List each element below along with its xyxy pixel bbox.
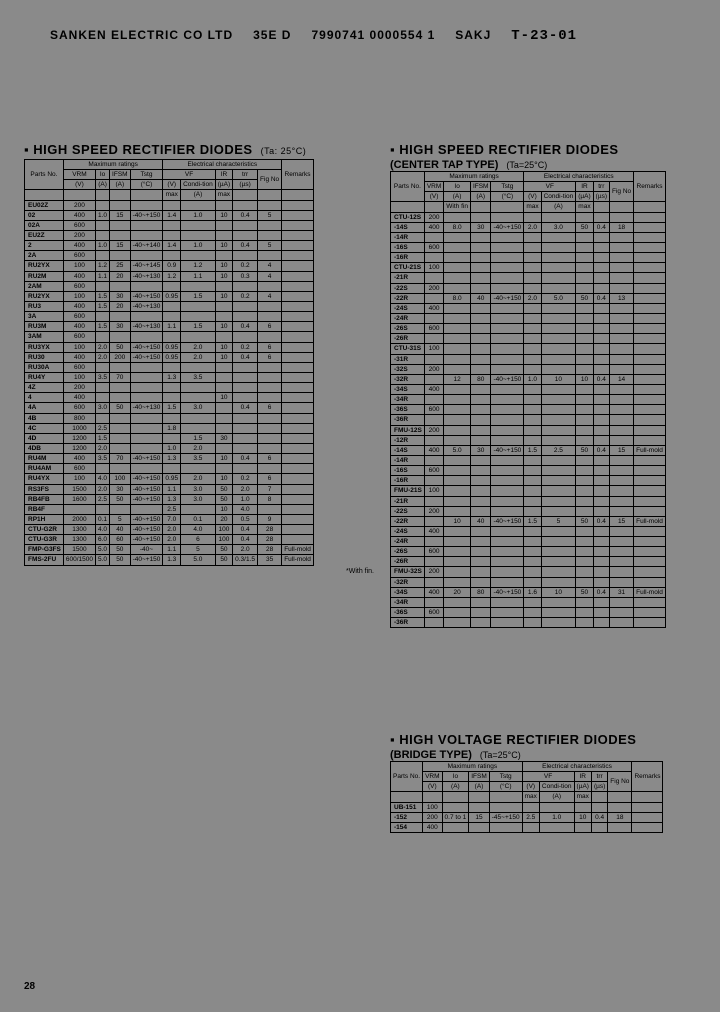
table-row: -32R bbox=[391, 577, 666, 587]
table-row: -36R bbox=[391, 618, 666, 628]
table-row: -22S200 bbox=[391, 283, 666, 293]
table-row: -1522000.7 to 115-45~+1502.51.0100.418 bbox=[391, 812, 663, 822]
table-row: -14R bbox=[391, 455, 666, 465]
table-row: 4D12001.51.530 bbox=[25, 433, 314, 443]
code1: 35E D bbox=[253, 28, 291, 44]
table-row: -16R bbox=[391, 476, 666, 486]
table-row: -24R bbox=[391, 537, 666, 547]
table-row: 2AM600 bbox=[25, 281, 314, 291]
table-row: RU304002.0200-40~+1500.952.0100.46 bbox=[25, 352, 314, 362]
table-row: -26R bbox=[391, 557, 666, 567]
table-row: -31R bbox=[391, 354, 666, 364]
table-row: -24S400 bbox=[391, 303, 666, 313]
table-row: 2A600 bbox=[25, 251, 314, 261]
table-row: RP1H20000.15-40~+1507.00.1200.59 bbox=[25, 514, 314, 524]
table-row: FMU-32S200 bbox=[391, 567, 666, 577]
table-row: RU4Y1003.5701.33.5 bbox=[25, 372, 314, 382]
table-row: -22R1040-40~+1501.55500.415Full-mold bbox=[391, 516, 666, 526]
table-row: RS3FS15002.030-40~+1501.13.0502.07 bbox=[25, 484, 314, 494]
table-row: -22R8.040-40~+1502.05.0500.413 bbox=[391, 293, 666, 303]
bottom-table: Parts No.Maximum ratingsElectrical chara… bbox=[390, 761, 663, 833]
table-row: -26S600 bbox=[391, 324, 666, 334]
table-row: -14R bbox=[391, 232, 666, 242]
table-row: EU2Z200 bbox=[25, 230, 314, 240]
left-table-block: ▪ HIGH SPEED RECTIFIER DIODES(Ta: 25°C) … bbox=[24, 140, 374, 575]
table-row: FMP-G3FS15005.050-40~1.15502.028Full-mol… bbox=[25, 545, 314, 555]
table-row: EU02Z200 bbox=[25, 200, 314, 210]
table-row: -24R bbox=[391, 313, 666, 323]
bottom-subtitle: (BRIDGE TYPE)(Ta=25°C) bbox=[390, 749, 700, 761]
bottom-table-block: ▪ HIGH VOLTAGE RECTIFIER DIODES (BRIDGE … bbox=[390, 730, 700, 833]
table-row: -32S200 bbox=[391, 364, 666, 374]
table-row: -36R bbox=[391, 415, 666, 425]
table-row: -26S600 bbox=[391, 547, 666, 557]
table-row: -24S400 bbox=[391, 526, 666, 536]
table-row: -16S600 bbox=[391, 466, 666, 476]
right-title: ▪ HIGH SPEED RECTIFIER DIODES bbox=[390, 142, 700, 157]
table-row: 24001.015-40~+1401.41.0100.45 bbox=[25, 241, 314, 251]
table-row: RU3M4001.530-40~+1301.11.5100.46 bbox=[25, 322, 314, 332]
table-row: -14S4005.030-40~+1501.52.5500.415Full-mo… bbox=[391, 445, 666, 455]
table-row: -32R1280-40~+1501.010100.414 bbox=[391, 374, 666, 384]
table-row: CTU-G3R13006.060-40~+1502.061000.428 bbox=[25, 535, 314, 545]
table-row: RU34001.520-40~+130 bbox=[25, 301, 314, 311]
table-row: -154400 bbox=[391, 822, 663, 832]
table-row: 3A600 bbox=[25, 312, 314, 322]
table-row: 02A600 bbox=[25, 220, 314, 230]
table-row: -36S600 bbox=[391, 608, 666, 618]
code2: 7990741 0000554 1 bbox=[311, 28, 435, 44]
table-row: 3AM600 bbox=[25, 332, 314, 342]
right-subtitle: (CENTER TAP TYPE)(Ta=25°C) bbox=[390, 159, 700, 171]
table-row: -16R bbox=[391, 253, 666, 263]
table-row: -36S600 bbox=[391, 405, 666, 415]
table-row: RU4AM600 bbox=[25, 464, 314, 474]
handwritten-code: T-23-01 bbox=[511, 28, 577, 44]
table-row: RB4F2.5104.0 bbox=[25, 504, 314, 514]
table-row: -34R bbox=[391, 395, 666, 405]
table-row: RU3YX1002.050-40~+1500.952.0100.26 bbox=[25, 342, 314, 352]
table-row: RU2YX1001.530-40~+1500.951.5100.24 bbox=[25, 291, 314, 301]
table-row: -34R bbox=[391, 597, 666, 607]
table-row: RU2YX1001.225-40~+1450.91.2100.24 bbox=[25, 261, 314, 271]
table-row: UB-151100 bbox=[391, 802, 663, 812]
code3: SAKJ bbox=[455, 28, 491, 44]
table-row: -34S400 bbox=[391, 384, 666, 394]
table-row: CTU-31S100 bbox=[391, 344, 666, 354]
table-row: RU4M4003.570-40~+1501.33.5100.46 bbox=[25, 454, 314, 464]
company: SANKEN ELECTRIC CO LTD bbox=[50, 28, 233, 44]
table-row: -26R bbox=[391, 334, 666, 344]
page-number: 28 bbox=[24, 981, 35, 992]
table-row: -16S600 bbox=[391, 242, 666, 252]
table-row: CTU-G2R13004.040-40~+1502.04.01000.428 bbox=[25, 525, 314, 535]
table-row: 4DB12002.01.02.0 bbox=[25, 443, 314, 453]
left-title: ▪ HIGH SPEED RECTIFIER DIODES(Ta: 25°C) bbox=[24, 142, 374, 157]
right-table-block: ▪ HIGH SPEED RECTIFIER DIODES (CENTER TA… bbox=[390, 140, 700, 628]
table-row: RB4FB16002.550-40~+1501.33.0501.08 bbox=[25, 494, 314, 504]
table-row: RU4YX1004.0100-40~+1500.952.0100.26 bbox=[25, 474, 314, 484]
table-row: 4Z200 bbox=[25, 383, 314, 393]
table-row: -21R bbox=[391, 273, 666, 283]
table-row: 4B800 bbox=[25, 413, 314, 423]
left-table: Parts No.Maximum ratingsElectrical chara… bbox=[24, 159, 314, 566]
left-footnote: *With fin. bbox=[24, 568, 374, 575]
table-row: 4A6003.050-40~+1301.53.00.46 bbox=[25, 403, 314, 413]
table-row: FMS-2FU600/15005.050-40~+1501.35.0500.3/… bbox=[25, 555, 314, 565]
right-table: Parts No.Maximum ratingsElectrical chara… bbox=[390, 171, 666, 628]
table-row: -21R bbox=[391, 496, 666, 506]
table-row: 024001.015-40~+1501.41.0100.45 bbox=[25, 210, 314, 220]
table-row: RU30A600 bbox=[25, 362, 314, 372]
table-row: -22S200 bbox=[391, 506, 666, 516]
table-row: RU2M4001.120-40~+1301.21.1100.34 bbox=[25, 271, 314, 281]
table-row: FMU-12S200 bbox=[391, 425, 666, 435]
table-row: FMU-21S100 bbox=[391, 486, 666, 496]
table-row: -12R bbox=[391, 435, 666, 445]
page-header: SANKEN ELECTRIC CO LTD 35E D 7990741 000… bbox=[0, 0, 720, 44]
table-row: CTU-12S200 bbox=[391, 212, 666, 222]
table-row: 440010 bbox=[25, 393, 314, 403]
table-row: 4C10002.51.8 bbox=[25, 423, 314, 433]
table-row: CTU-21S100 bbox=[391, 263, 666, 273]
table-row: -34S4002080-40~+1501.610500.431Full-mold bbox=[391, 587, 666, 597]
bottom-title: ▪ HIGH VOLTAGE RECTIFIER DIODES bbox=[390, 732, 700, 747]
table-row: -14S4008.030-40~+1502.03.0500.418 bbox=[391, 222, 666, 232]
